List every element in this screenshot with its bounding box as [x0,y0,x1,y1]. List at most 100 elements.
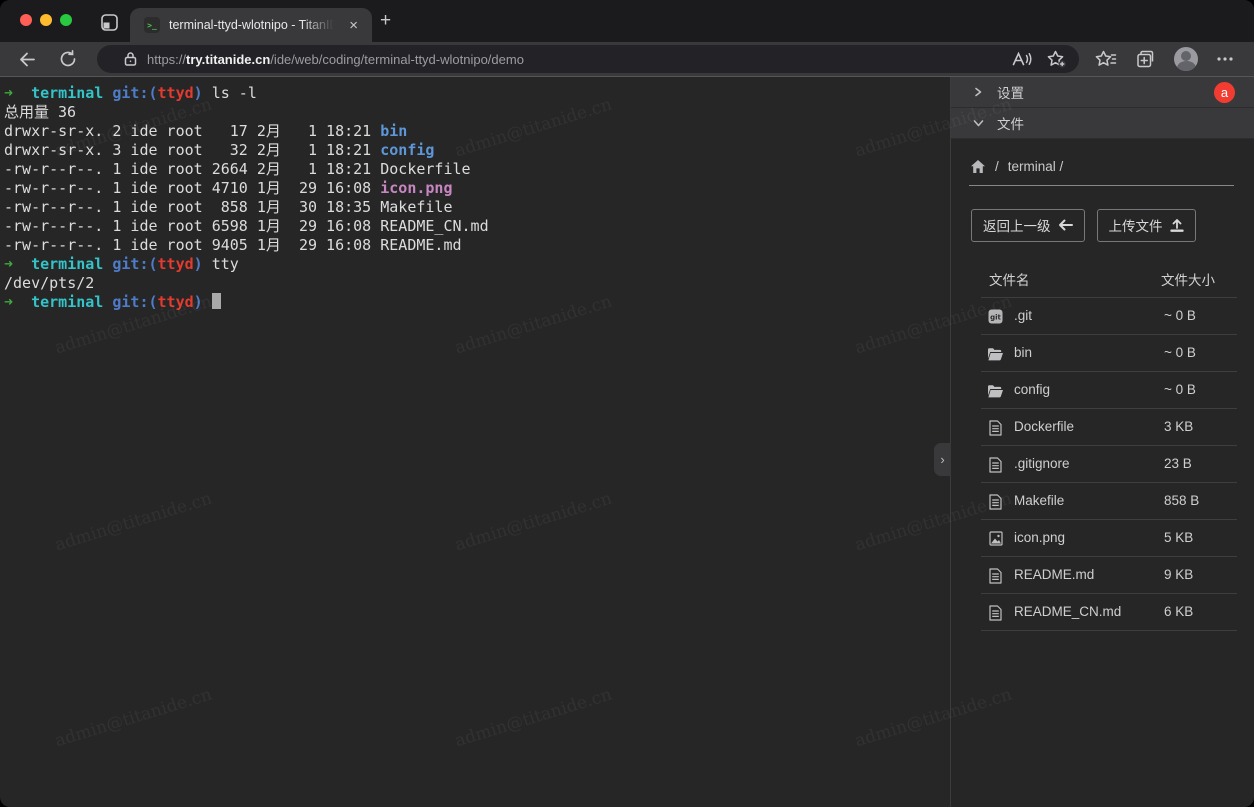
go-up-button[interactable]: 返回上一级 [971,209,1085,242]
file-icon [987,567,1004,584]
file-size: 5 KB [1164,530,1193,545]
file-icon [987,456,1004,473]
reload-icon[interactable] [58,49,78,69]
toolbar-right-icons [1095,47,1234,71]
terminal-line: -rw-r--r--. 1 ide root 858 1月 30 18:35 M… [4,198,950,217]
terminal-line: -rw-r--r--. 1 ide root 6598 1月 29 16:08 … [4,217,950,236]
read-aloud-icon[interactable] [1011,50,1032,68]
folder-icon [987,345,1004,362]
url-text: https://try.titanide.cn/ide/web/coding/t… [147,52,997,67]
favorites-icon[interactable] [1095,49,1117,69]
image-icon [987,530,1004,547]
upload-file-button[interactable]: 上传文件 [1097,209,1196,242]
new-tab-button[interactable]: + [380,12,391,30]
breadcrumb-dir[interactable]: terminal / [1008,159,1064,174]
terminal-cursor [212,293,221,309]
go-up-label: 返回上一级 [983,215,1051,235]
terminal-line: ➜ terminal git:(ttyd) tty [4,255,950,274]
upload-icon [1170,219,1184,232]
home-icon[interactable] [970,159,986,174]
lock-icon[interactable] [123,51,138,67]
file-size: ~ 0 B [1164,382,1196,397]
add-favorite-icon[interactable] [1046,49,1067,69]
file-size: 9 KB [1164,567,1193,582]
upload-label: 上传文件 [1109,215,1163,235]
file-sidebar: › 设置 a 文件 [950,77,1254,807]
breadcrumb-divider [969,185,1234,186]
file-row[interactable]: git .git ~ 0 B [981,297,1237,334]
file-name[interactable]: config [1014,382,1050,397]
section-label: 文件 [997,113,1024,133]
file-row[interactable]: README.md 9 KB [981,556,1237,593]
url-bar[interactable]: https://try.titanide.cn/ide/web/coding/t… [97,45,1079,73]
file-row[interactable]: Makefile858 B [981,482,1237,519]
chevron-down-icon [973,118,987,128]
page-content: ➜ terminal git:(ttyd) ls -l总用量 36drwxr-s… [0,77,1254,807]
profile-avatar[interactable] [1174,47,1198,71]
file-actions: 返回上一级 上传文件 [971,209,1254,242]
file-name[interactable]: README_CN.md [1014,604,1121,619]
file-icon [987,604,1004,621]
file-name[interactable]: icon.png [1014,530,1065,545]
file-name[interactable]: bin [1014,345,1032,360]
file-table: 文件名 文件大小 git .git ~ 0 B bin~ 0 B config ~ 0 B… [981,265,1237,631]
terminal-line: -rw-r--r--. 1 ide root 2664 2月 1 18:21 D… [4,160,950,179]
file-row[interactable]: Dockerfile3 KB [981,408,1237,445]
file-row[interactable]: .gitignore 23 B [981,445,1237,482]
file-name[interactable]: Dockerfile [1014,419,1074,434]
terminal-line: drwxr-sr-x. 3 ide root 32 2月 1 18:21 con… [4,141,950,160]
tab-title: terminal-ttyd-wlotnipo - TitanIDE [169,18,339,32]
file-name[interactable]: README.md [1014,567,1094,582]
minimize-window-button[interactable] [40,14,52,26]
browser-tab[interactable]: >_ terminal-ttyd-wlotnipo - TitanIDE × [130,8,372,42]
file-row[interactable]: icon.png 5 KB [981,519,1237,556]
terminal[interactable]: ➜ terminal git:(ttyd) ls -l总用量 36drwxr-s… [0,77,950,807]
terminal-line: ➜ terminal git:(ttyd) ls -l [4,84,950,103]
tab-actions-icon[interactable] [98,11,120,33]
browser-window: >_ terminal-ttyd-wlotnipo - TitanIDE × + [0,0,1254,807]
terminal-line: /dev/pts/2 [4,274,950,293]
traffic-lights [20,14,72,26]
sidebar-sections: 设置 a 文件 [951,77,1254,139]
file-name[interactable]: Makefile [1014,493,1064,508]
file-size: ~ 0 B [1164,308,1196,323]
terminal-favicon: >_ [144,17,160,33]
breadcrumb: / terminal / [970,153,1234,179]
more-menu-icon[interactable] [1216,56,1234,62]
url-path: /ide/web/coding/terminal-ttyd-wlotnipo/d… [270,52,524,67]
sidebar-section-settings[interactable]: 设置 a [951,77,1254,108]
zoom-window-button[interactable] [60,14,72,26]
sidebar-collapse-handle[interactable]: › [934,443,951,476]
column-filename: 文件名 [989,269,1030,289]
collections-icon[interactable] [1135,49,1156,69]
terminal-line: ➜ terminal git:(ttyd) [4,293,950,312]
git-icon: git [987,308,1004,325]
tab-close-icon[interactable]: × [345,16,362,35]
file-table-header: 文件名 文件大小 [981,265,1237,297]
file-row[interactable]: config ~ 0 B [981,371,1237,408]
file-size: 6 KB [1164,604,1193,619]
file-icon [987,493,1004,510]
file-name[interactable]: .gitignore [1014,456,1070,471]
file-size: 23 B [1164,456,1192,471]
terminal-line: -rw-r--r--. 1 ide root 4710 1月 29 16:08 … [4,179,950,198]
terminal-line: 总用量 36 [4,103,950,122]
back-icon[interactable] [17,49,38,70]
tab-bar: >_ terminal-ttyd-wlotnipo - TitanIDE × + [0,0,1254,42]
file-row[interactable]: README_CN.md 6 KB [981,593,1237,630]
svg-text:git: git [990,314,1001,322]
terminal-line: drwxr-sr-x. 2 ide root 17 2月 1 18:21 bin [4,122,950,141]
arrow-left-icon [1058,219,1073,231]
table-bottom-divider [981,630,1237,631]
url-scheme: https:// [147,52,186,67]
sidebar-section-files[interactable]: 文件 [951,108,1254,139]
browser-toolbar: https://try.titanide.cn/ide/web/coding/t… [0,42,1254,77]
file-row[interactable]: bin~ 0 B [981,334,1237,371]
file-name[interactable]: .git [1014,308,1032,323]
close-window-button[interactable] [20,14,32,26]
file-icon [987,419,1004,436]
column-filesize: 文件大小 [1161,269,1215,289]
folder-icon [987,382,1004,399]
terminal-line: -rw-r--r--. 1 ide root 9405 1月 29 16:08 … [4,236,950,255]
breadcrumb-root[interactable]: / [995,159,999,174]
